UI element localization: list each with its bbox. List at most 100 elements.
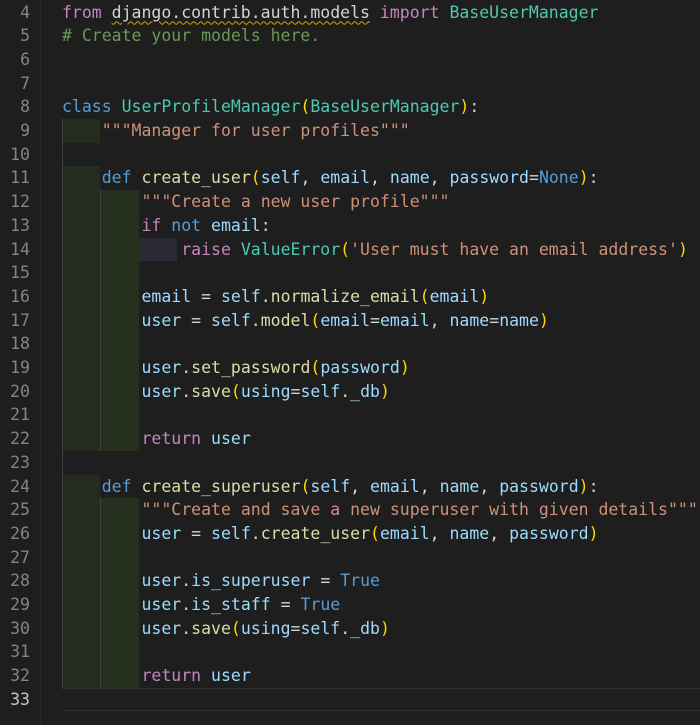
code-line[interactable]: 31 [0,640,700,664]
code-line[interactable]: 21 [0,403,700,427]
code-line[interactable]: 24 def create_superuser(self, email, nam… [0,475,700,499]
code-line[interactable]: 18 [0,332,700,356]
token-identifier: is_superuser [191,571,311,591]
token-identifier: user [211,666,251,686]
line-code: if not email: [62,214,270,238]
code-line[interactable]: 26 user = self.create_user(email, name, … [0,522,700,546]
code-line[interactable]: 12 """Create a new user profile""" [0,190,700,214]
code-line[interactable]: 5 # Create your models here. [0,24,700,48]
code-line[interactable]: 9 """Manager for user profiles""" [0,119,700,143]
line-code: # Create your models here. [62,24,320,48]
code-line[interactable]: 32 return user [0,664,700,688]
code-line[interactable]: 8 class UserProfileManager(BaseUserManage… [0,95,700,119]
token-punctuation: , [350,476,371,496]
token-string-literal: 'User must have an email address' [350,239,678,259]
token-function-name: model [260,310,311,330]
token-punctuation [62,358,141,377]
line-number: 14 [10,239,30,259]
token-identifier: email [211,215,261,235]
token-punctuation: . [340,618,351,638]
token-identifier: email [141,286,192,306]
token-keyword: None [538,168,579,188]
token-punctuation: . [181,618,192,638]
token-punctuation [62,595,141,614]
line-code: user = self.model(email=email, name=name… [62,309,549,333]
line-code: raise ValueError('User must have an emai… [62,238,688,262]
token-bracket: ) [399,358,410,377]
line-number: 29 [10,595,30,614]
code-line[interactable]: 19 user.set_password(password) [0,356,700,380]
token-keyword: if [141,215,172,235]
token-punctuation: . [250,310,261,330]
line-code: def create_user(self, email, name, passw… [62,166,599,190]
line-number: 22 [10,429,30,449]
code-line[interactable]: 7 [0,72,700,96]
line-number: 10 [10,144,30,164]
line-code: return user [62,664,251,688]
token-punctuation [62,168,102,187]
token-class-name: BaseUserManager [310,97,460,117]
line-code: email = self.normalize_email(email) [62,285,489,309]
token-punctuation: , [419,476,440,496]
token-punctuation [62,287,141,306]
token-function-name: normalize_email [270,286,420,306]
token-class-name: UserProfileManager [121,97,301,117]
code-line[interactable]: 10 [0,143,700,167]
code-line[interactable]: 16 email = self.normalize_email(email) [0,285,700,309]
code-line[interactable]: 4 from django.contrib.auth.models import … [0,1,700,25]
token-identifier: self [300,381,341,401]
code-line[interactable]: 23 [0,451,700,475]
token-punctuation: = [290,618,301,638]
line-number: 11 [10,168,30,188]
token-punctuation: , [370,168,390,188]
code-line[interactable]: 30 user.save(using=self._db) [0,617,700,641]
line-number: 21 [10,405,30,425]
line-code: user.save(using=self._db) [62,380,389,404]
token-punctuation [62,571,141,590]
token-module-path: django.contrib.auth.models [111,2,370,22]
code-line[interactable]: 29 user.is_staff = True [0,593,700,617]
code-line[interactable]: 28 user.is_superuser = True [0,569,700,593]
code-line[interactable]: 15 [0,261,700,285]
token-identifier: user [141,571,182,591]
token-punctuation: : [588,168,599,188]
token-punctuation: = [310,571,341,591]
token-punctuation: , [479,476,500,496]
code-editor[interactable]: 4 from django.contrib.auth.models import … [0,0,700,725]
code-line[interactable]: 27 [0,546,700,570]
line-number: 7 [20,73,30,93]
line-number: 5 [20,26,30,46]
line-number: 17 [10,310,30,330]
token-identifier: user [211,429,251,449]
code-line[interactable]: 11 def create_user(self, email, name, pa… [0,166,700,190]
code-line[interactable]: 33 [0,688,700,712]
token-identifier: self [260,168,301,188]
code-line[interactable]: 6 [0,48,700,72]
line-number: 30 [10,618,30,638]
token-punctuation [62,240,181,259]
token-bracket: ( [230,618,241,638]
token-keyword: return [141,429,212,449]
code-line[interactable]: 25 """Create and save a new superuser wi… [0,498,700,522]
token-identifier: email [429,286,480,306]
token-punctuation: . [181,595,192,614]
token-function-name: create_user [141,168,251,188]
code-line[interactable]: 22 return user [0,427,700,451]
token-identifier: self [211,523,251,543]
token-punctuation: , [489,523,510,543]
code-line[interactable]: 17 user = self.model(email=email, name=n… [0,309,700,333]
token-punctuation: . [260,286,271,306]
token-identifier: user [141,595,182,614]
token-punctuation: , [429,523,450,543]
token-punctuation [62,216,141,235]
token-keyword: import [369,2,450,22]
code-line[interactable]: 13 if not email: [0,214,700,238]
token-bracket: ) [379,618,390,638]
line-code: """Create a new user profile""" [62,190,449,214]
token-identifier: email [370,476,420,496]
line-code: class UserProfileManager(BaseUserManager… [62,95,479,119]
token-bracket: ) [538,310,549,330]
code-line[interactable]: 20 user.save(using=self._db) [0,380,700,404]
token-keyword: from [62,2,112,22]
code-line[interactable]: 14 raise ValueError('User must have an e… [0,238,700,262]
